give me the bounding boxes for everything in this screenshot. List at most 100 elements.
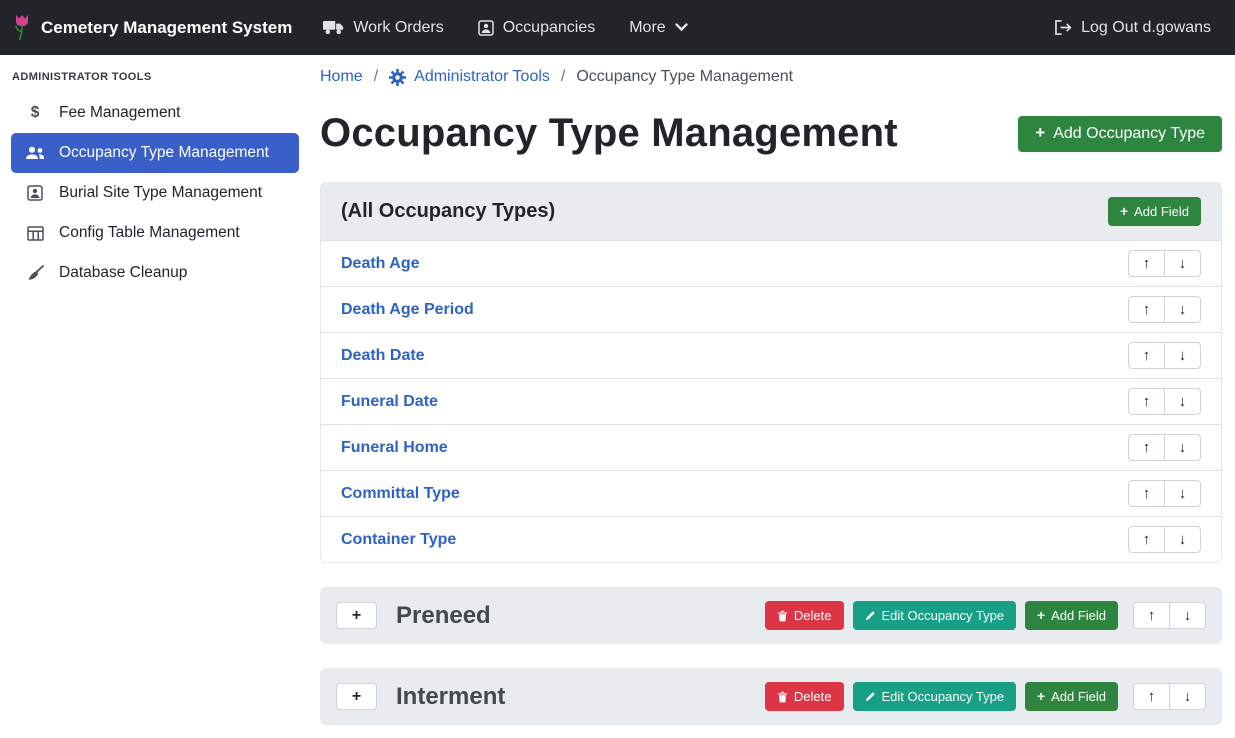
breadcrumb-home-link[interactable]: Home (320, 65, 363, 89)
move-up-button[interactable]: ↑ (1128, 388, 1165, 415)
add-field-button[interactable]: + Add Field (1025, 682, 1118, 711)
reorder-group: ↑ ↓ (1128, 388, 1201, 415)
move-down-button[interactable]: ↓ (1169, 602, 1206, 629)
sidebar-item-config-table-management[interactable]: Config Table Management (11, 213, 299, 253)
edit-occupancy-type-button[interactable]: Edit Occupancy Type (853, 601, 1017, 630)
edit-occupancy-type-button[interactable]: Edit Occupancy Type (853, 682, 1017, 711)
move-down-button[interactable]: ↓ (1164, 342, 1201, 369)
field-row: Death Date ↑ ↓ (321, 332, 1221, 378)
reorder-group: ↑ ↓ (1128, 250, 1201, 277)
move-up-button[interactable]: ↑ (1128, 342, 1165, 369)
delete-button[interactable]: Delete (765, 601, 844, 630)
move-up-button[interactable]: ↑ (1128, 434, 1165, 461)
add-occupancy-type-button[interactable]: + Add Occupancy Type (1018, 116, 1222, 152)
move-up-button[interactable]: ↑ (1133, 602, 1170, 629)
add-field-label: Add Field (1051, 689, 1106, 704)
pencil-icon (865, 691, 876, 702)
section-title: Interment (396, 683, 505, 711)
nav-more[interactable]: More (612, 19, 704, 37)
app-brand[interactable]: Cemetery Management System (12, 14, 292, 41)
table-icon (24, 226, 46, 241)
move-up-button[interactable]: ↑ (1128, 526, 1165, 553)
add-field-label: Add Field (1051, 608, 1106, 623)
field-row: Funeral Home ↑ ↓ (321, 424, 1221, 470)
move-down-button[interactable]: ↓ (1169, 683, 1206, 710)
field-link-funeral-home[interactable]: Funeral Home (341, 439, 448, 457)
up-arrow-icon: ↑ (1143, 394, 1151, 409)
breadcrumb-separator: / (374, 65, 378, 89)
nav-work-orders[interactable]: Work Orders (306, 19, 460, 37)
sidebar-item-database-cleanup[interactable]: Database Cleanup (11, 253, 299, 293)
sidebar: ADMINISTRATOR TOOLS $ Fee Management Occ… (0, 55, 310, 738)
up-arrow-icon: ↑ (1143, 486, 1151, 501)
expand-button[interactable]: + (336, 683, 377, 710)
up-arrow-icon: ↑ (1143, 302, 1151, 317)
top-navbar: Cemetery Management System Work Orders (0, 0, 1235, 55)
all-occupancy-types-card: (All Occupancy Types) + Add Field Death … (320, 182, 1222, 563)
field-link-death-age-period[interactable]: Death Age Period (341, 301, 474, 319)
sidebar-item-occupancy-type-management[interactable]: Occupancy Type Management (11, 133, 299, 173)
delete-label: Delete (794, 608, 832, 623)
occupancy-type-section-preneed: + Preneed Delete Edit (320, 587, 1222, 644)
field-row: Committal Type ↑ ↓ (321, 470, 1221, 516)
move-down-button[interactable]: ↓ (1164, 526, 1201, 553)
plus-icon: + (1035, 125, 1045, 142)
flower-logo-icon (12, 14, 32, 41)
field-link-container-type[interactable]: Container Type (341, 531, 456, 549)
reorder-group: ↑ ↓ (1133, 602, 1206, 629)
up-arrow-icon: ↑ (1143, 532, 1151, 547)
reorder-group: ↑ ↓ (1128, 526, 1201, 553)
move-down-button[interactable]: ↓ (1164, 296, 1201, 323)
delete-label: Delete (794, 689, 832, 704)
move-down-button[interactable]: ↓ (1164, 250, 1201, 277)
chevron-down-icon (675, 23, 688, 32)
up-arrow-icon: ↑ (1148, 689, 1156, 704)
down-arrow-icon: ↓ (1184, 689, 1192, 704)
field-row: Death Age ↑ ↓ (321, 240, 1221, 286)
person-frame-icon (24, 185, 46, 201)
plus-icon: + (352, 688, 361, 706)
nav-occupancies[interactable]: Occupancies (461, 19, 613, 37)
add-field-button[interactable]: + Add Field (1108, 197, 1201, 226)
field-link-funeral-date[interactable]: Funeral Date (341, 393, 438, 411)
field-link-death-date[interactable]: Death Date (341, 347, 425, 365)
reorder-group: ↑ ↓ (1128, 434, 1201, 461)
move-up-button[interactable]: ↑ (1128, 480, 1165, 507)
move-down-button[interactable]: ↓ (1164, 434, 1201, 461)
nav-work-orders-label: Work Orders (353, 19, 443, 37)
logout-button[interactable]: Log Out d.gowans (1037, 19, 1211, 37)
add-field-button[interactable]: + Add Field (1025, 601, 1118, 630)
breadcrumb-current: Occupancy Type Management (576, 65, 793, 89)
sidebar-item-fee-management[interactable]: $ Fee Management (11, 93, 299, 133)
delete-button[interactable]: Delete (765, 682, 844, 711)
reorder-group: ↑ ↓ (1128, 480, 1201, 507)
move-down-button[interactable]: ↓ (1164, 480, 1201, 507)
breadcrumb: Home / Administrator Tools / Occupanc (320, 65, 1222, 89)
breadcrumb-admin-tools-link[interactable]: Administrator Tools (389, 65, 550, 89)
sidebar-item-label: Burial Site Type Management (59, 184, 262, 202)
move-up-button[interactable]: ↑ (1133, 683, 1170, 710)
nav-occupancies-label: Occupancies (503, 19, 596, 37)
field-link-committal-type[interactable]: Committal Type (341, 485, 460, 503)
sidebar-item-burial-site-type-management[interactable]: Burial Site Type Management (11, 173, 299, 213)
move-up-button[interactable]: ↑ (1128, 296, 1165, 323)
down-arrow-icon: ↓ (1179, 440, 1187, 455)
pencil-icon (865, 610, 876, 621)
logout-icon (1054, 20, 1072, 35)
move-up-button[interactable]: ↑ (1128, 250, 1165, 277)
trash-icon (777, 610, 788, 622)
field-link-death-age[interactable]: Death Age (341, 255, 420, 273)
expand-button[interactable]: + (336, 602, 377, 629)
field-row: Death Age Period ↑ ↓ (321, 286, 1221, 332)
up-arrow-icon: ↑ (1143, 256, 1151, 271)
add-occupancy-type-label: Add Occupancy Type (1053, 125, 1205, 143)
reorder-group: ↑ ↓ (1128, 342, 1201, 369)
add-field-label: Add Field (1134, 204, 1189, 219)
plus-icon: + (1120, 205, 1128, 219)
breadcrumb-separator: / (561, 65, 565, 89)
up-arrow-icon: ↑ (1143, 440, 1151, 455)
move-down-button[interactable]: ↓ (1164, 388, 1201, 415)
navbar-menu: Work Orders Occupancies More (306, 19, 704, 37)
reorder-group: ↑ ↓ (1133, 683, 1206, 710)
field-row: Funeral Date ↑ ↓ (321, 378, 1221, 424)
